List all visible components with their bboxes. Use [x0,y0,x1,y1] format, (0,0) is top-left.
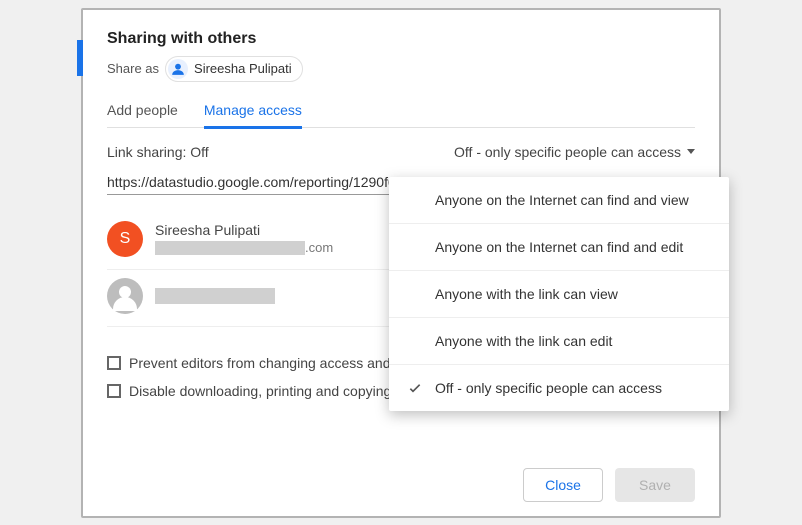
menu-item-label: Off - only specific people can access [435,380,662,396]
link-sharing-row: Link sharing: Off Off - only specific pe… [107,128,695,160]
link-sharing-menu: Anyone on the Internet can find and view… [389,177,729,411]
menu-item-selected[interactable]: Off - only specific people can access [389,365,729,411]
person-info [155,288,275,304]
tabs: Add people Manage access [107,102,695,128]
user-chip-name: Sireesha Pulipati [194,61,292,76]
menu-item-label: Anyone with the link can view [435,286,618,302]
checkbox-icon [107,384,121,398]
link-sharing-dropdown[interactable]: Off - only specific people can access [454,144,695,160]
avatar [107,278,143,314]
chevron-down-icon [687,149,695,154]
menu-item[interactable]: Anyone with the link can edit [389,318,729,365]
redacted-text [155,288,275,304]
dialog-title: Sharing with others [107,30,695,48]
redacted-text [155,241,305,255]
check-label: Disable downloading, printing and copyin… [129,383,407,399]
save-button: Save [615,468,695,502]
sharing-dialog: Sharing with others Share as Sireesha Pu… [81,8,721,518]
person-info: Sireesha Pulipati .com [155,222,333,255]
user-chip[interactable]: Sireesha Pulipati [165,56,303,82]
tab-add-people[interactable]: Add people [107,102,178,127]
share-as-row: Share as Sireesha Pulipati [107,56,695,82]
user-avatar-icon [168,59,188,79]
menu-item-label: Anyone on the Internet can find and view [435,192,689,208]
link-sharing-label: Link sharing: Off [107,144,209,160]
close-button[interactable]: Close [523,468,603,502]
avatar: S [107,221,143,257]
checkbox-icon [107,356,121,370]
person-email: .com [155,240,333,255]
check-icon [407,380,423,396]
menu-item[interactable]: Anyone with the link can view [389,271,729,318]
share-as-label: Share as [107,61,159,76]
tab-manage-access[interactable]: Manage access [204,102,302,129]
menu-item[interactable]: Anyone on the Internet can find and edit [389,224,729,271]
email-suffix: .com [305,240,333,255]
link-sharing-selected: Off - only specific people can access [454,144,681,160]
person-name: Sireesha Pulipati [155,222,333,238]
accent-stripe [77,40,83,76]
menu-item-label: Anyone with the link can edit [435,333,612,349]
dialog-footer: Close Save [523,468,695,502]
menu-item-label: Anyone on the Internet can find and edit [435,239,683,255]
menu-item[interactable]: Anyone on the Internet can find and view [389,177,729,224]
check-label: Prevent editors from changing access and… [129,355,402,371]
